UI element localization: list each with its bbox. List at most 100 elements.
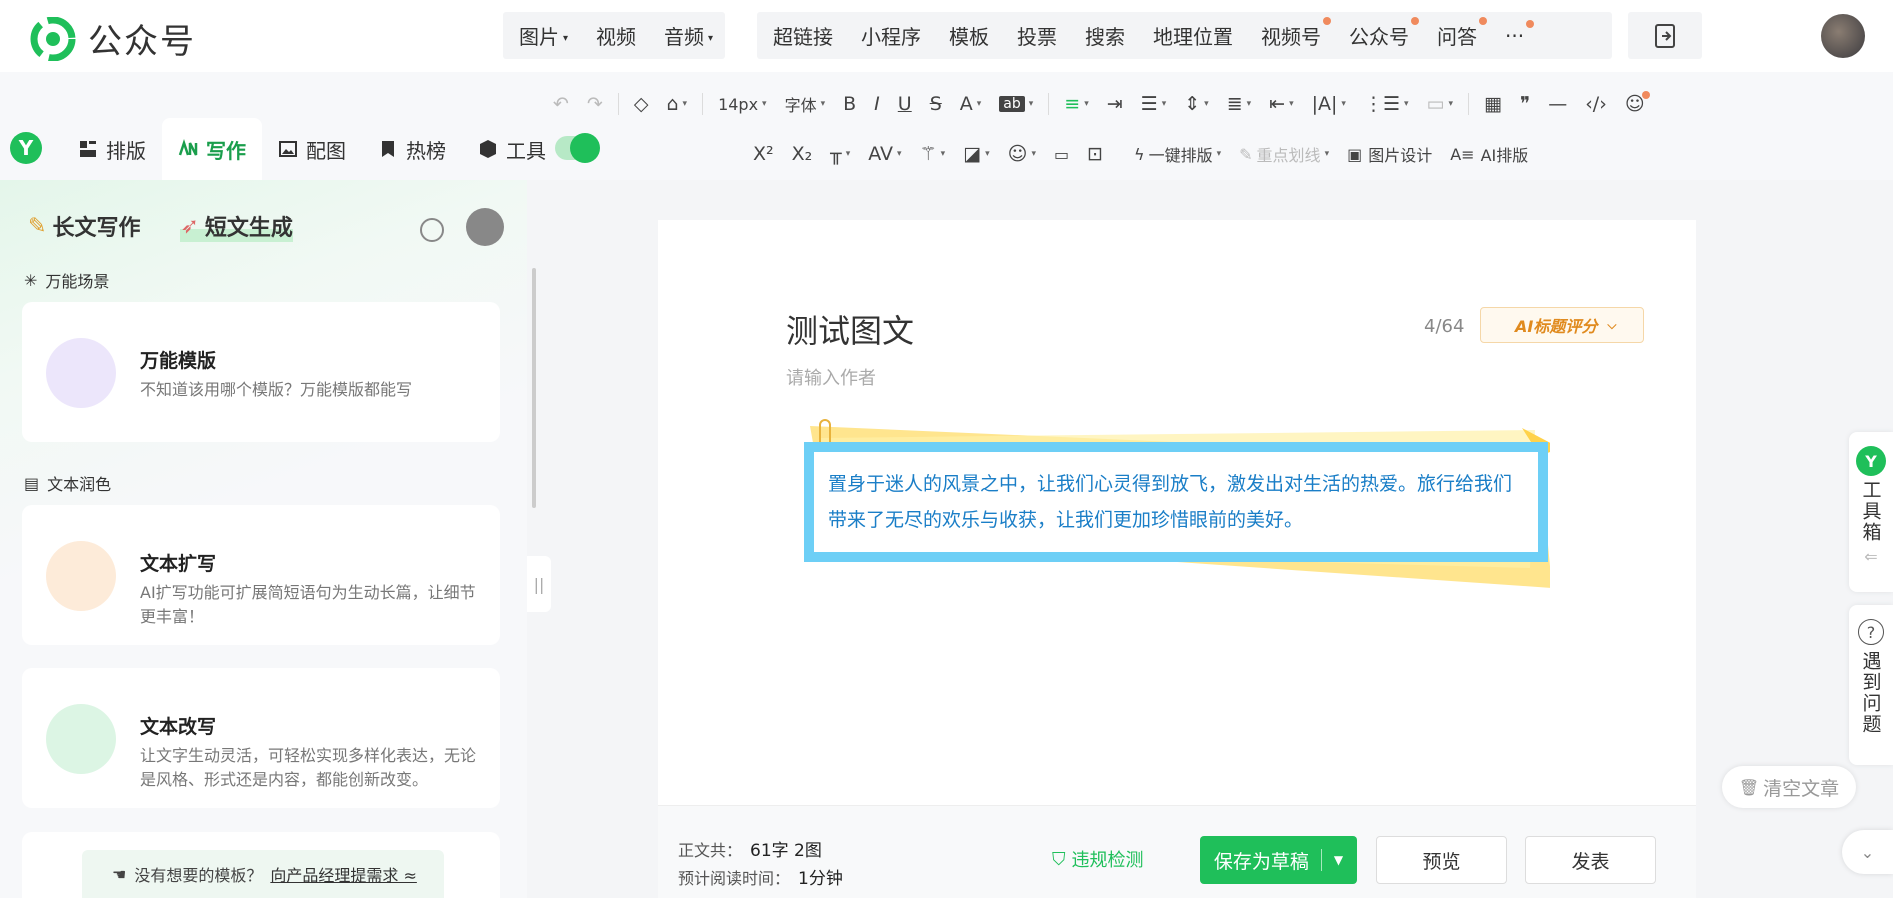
font-family-select[interactable]: 字体 ▾ [776, 92, 835, 116]
bold-button[interactable]: B [834, 93, 865, 115]
letter-spacing-icon[interactable]: |A| ▾ [1303, 93, 1355, 115]
save-draft-label: 保存为草稿 [1213, 850, 1309, 873]
request-link[interactable]: 向产品经理提需求 ≈ [270, 862, 417, 886]
tab-illustration[interactable]: 配图 [262, 118, 362, 180]
toolbar-divider [702, 93, 704, 115]
plugin-logo-icon[interactable]: Y [10, 132, 42, 164]
tab-official-account-label: 公众号 [1349, 25, 1409, 49]
shield-icon: ⛉ [1052, 848, 1066, 870]
one-click-layout-button[interactable]: ϟ 一键排版 ▾ [1125, 142, 1230, 166]
tab-channels[interactable]: 视频号 [1247, 17, 1335, 50]
toolbar-divider [1048, 93, 1050, 115]
compliance-check-button[interactable]: ⛉ 违规检测 [1052, 846, 1144, 872]
tab-vote[interactable]: 投票 [1003, 21, 1071, 50]
chart-icon[interactable]: ◪ ▾ [954, 143, 998, 165]
highlight-label: ab [999, 96, 1025, 112]
tab-image[interactable]: 图片 ▾ [505, 21, 582, 50]
card-title: 万能模版 [140, 350, 217, 372]
columns-icon[interactable]: ╥ ▾ [821, 143, 859, 165]
quote-icon[interactable]: ❞ [1511, 93, 1539, 115]
collapse-side-button[interactable]: ⌄ [1842, 830, 1893, 874]
align-justify-icon[interactable]: ≡ ▾ [1055, 93, 1097, 115]
new-dot [1479, 17, 1487, 25]
ai-title-score-button[interactable]: AI标题评分 ⌵ [1480, 307, 1644, 343]
highlight-button[interactable]: ab ▾ [990, 96, 1042, 112]
user-avatar[interactable] [1821, 14, 1865, 58]
redo-icon[interactable]: ↷ [578, 93, 612, 115]
more-menu-button[interactable]: ··· [1491, 19, 1538, 48]
ai-layout-label: AI排版 [1480, 146, 1529, 165]
key-underline-button[interactable]: ✎ 重点划线 ▾ [1230, 142, 1338, 166]
tab-writing[interactable]: 写作 [162, 118, 262, 180]
tab-audio[interactable]: 音频 ▾ [650, 21, 727, 50]
code-icon[interactable]: ‹/› [1576, 93, 1616, 115]
italic-button[interactable]: I [865, 93, 889, 115]
tab-mini-program[interactable]: 小程序 [847, 21, 935, 50]
tab-hyperlink[interactable]: 超链接 [757, 21, 847, 50]
tab-hot-list[interactable]: 热榜 [362, 118, 462, 180]
panel-scrollbar[interactable] [532, 268, 536, 508]
toolbox-side-button[interactable]: Y 工具箱 ⇐ [1849, 432, 1893, 592]
image-icon [279, 141, 297, 157]
table-icon[interactable]: ▦ [1475, 93, 1511, 115]
preview-button[interactable]: 预览 [1376, 836, 1507, 884]
undo-icon[interactable]: ↶ [544, 93, 578, 115]
button-divider [1320, 849, 1322, 871]
caret-down-icon[interactable]: ▼ [1334, 853, 1343, 867]
strikethrough-button[interactable]: S [921, 93, 951, 115]
float-image-icon[interactable]: ▭ ▾ [1418, 93, 1462, 115]
tab-qa[interactable]: 问答 [1423, 17, 1491, 50]
line-spacing-icon[interactable]: ☰ ▾ [1132, 93, 1176, 115]
image-design-button[interactable]: ▣ 图片设计 [1338, 142, 1441, 166]
ai-layout-button[interactable]: A≡ AI排版 [1441, 142, 1537, 166]
author-input[interactable]: 请输入作者 [786, 364, 876, 390]
tab-location[interactable]: 地理位置 [1139, 21, 1247, 50]
format-painter-icon[interactable]: ⌂ ▾ [657, 93, 696, 115]
outdent-icon[interactable]: ⇤ ▾ [1260, 93, 1302, 115]
superscript-button[interactable]: X² [744, 143, 783, 165]
paragraph-after-icon[interactable]: ≣ ▾ [1218, 93, 1260, 115]
html-icon[interactable]: ▭ [1045, 145, 1078, 164]
article-title-input[interactable]: 测试图文 [786, 306, 914, 352]
smiley-icon[interactable]: ☺ ▾ [999, 143, 1045, 165]
toolkit-icon[interactable]: ⊡ [1078, 143, 1112, 165]
help-side-button[interactable]: ? 遇到问题 [1849, 605, 1893, 765]
divider-line-icon[interactable]: — [1539, 93, 1576, 115]
font-color-button[interactable]: A ▾ [951, 93, 991, 115]
indent-icon[interactable]: ⇥ [1098, 93, 1132, 115]
tab-official-account[interactable]: 公众号 [1335, 17, 1423, 50]
page-settings-button[interactable] [1628, 12, 1702, 59]
tab-template[interactable]: 模板 [935, 21, 1003, 50]
tab-layout[interactable]: 排版 [62, 118, 162, 180]
plugin-toggle[interactable] [555, 133, 600, 163]
tab-video[interactable]: 视频 [582, 21, 650, 50]
toolbar-divider [617, 93, 619, 115]
av-spacing-icon[interactable]: AV ▾ [859, 143, 910, 165]
key-underline-label: 重点划线 [1256, 146, 1321, 165]
tab-search[interactable]: 搜索 [1071, 21, 1139, 50]
new-dot [1411, 17, 1419, 25]
tab-long-writing[interactable]: ✎ 长文写作 [28, 210, 140, 242]
history-icon[interactable] [420, 218, 444, 242]
collapse-panel-handle[interactable]: || [527, 556, 551, 612]
clear-article-button[interactable]: 🗑 清空文章 [1722, 766, 1856, 808]
subscript-button[interactable]: X₂ [783, 143, 822, 165]
card-text-expand[interactable]: 文本扩写 AI扩写功能可扩展简短语句为生动长篇，让细节更丰富！ [22, 505, 500, 645]
publish-button[interactable]: 发表 [1525, 836, 1656, 884]
eraser-icon[interactable]: ◇ [625, 93, 658, 115]
save-draft-button[interactable]: 保存为草稿 ▼ [1200, 836, 1357, 884]
tab-tools[interactable]: 工具 [462, 118, 562, 180]
card-universal-template[interactable]: 万能模版 不知道该用哪个模版？万能模版都能写 [22, 302, 500, 442]
underline-button[interactable]: U [889, 93, 921, 115]
font-size-select[interactable]: 14px ▾ [709, 95, 776, 114]
brand-logo[interactable]: 公众号 [30, 14, 196, 63]
paragraph-spacing-icon[interactable]: ⇕ ▾ [1175, 93, 1217, 115]
bullet-list-icon[interactable]: ⋮☰ ▾ [1355, 93, 1418, 115]
quote-block-text[interactable]: 置身于迷人的风景之中，让我们心灵得到放飞，激发出对生活的热爱。旅行给我们带来了无… [828, 466, 1528, 538]
insert-toolbar: 超链接 小程序 模板 投票 搜索 地理位置 视频号 公众号 问答 ··· [757, 12, 1612, 59]
assistant-avatar[interactable] [466, 208, 504, 246]
magic-wand-icon[interactable]: ⚚ ▾ [911, 143, 955, 165]
card-text-rewrite[interactable]: 文本改写 让文字生动灵活，可轻松实现多样化表达，无论是风格、形式还是内容，都能创… [22, 668, 500, 808]
tab-short-generate[interactable]: ➶ 短文生成 [180, 210, 293, 242]
emoji-icon[interactable]: ☺ [1616, 91, 1654, 115]
